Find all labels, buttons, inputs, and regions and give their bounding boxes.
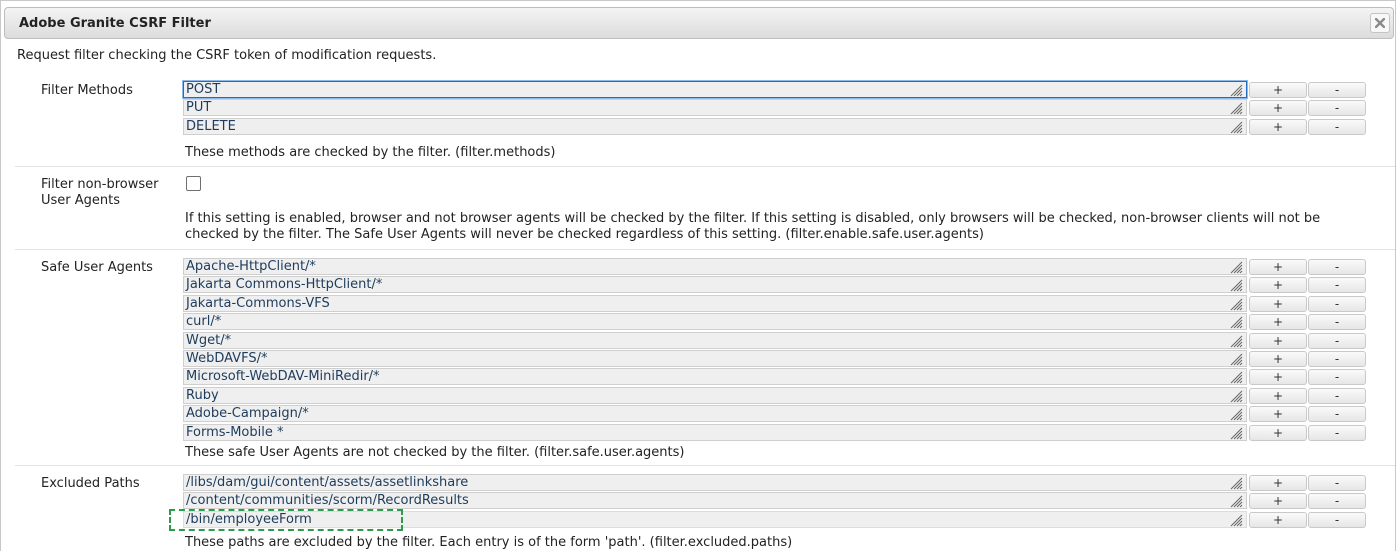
add-entry-button[interactable]: + xyxy=(1249,369,1307,386)
add-entry-button[interactable]: + xyxy=(1249,424,1307,441)
entry-input[interactable]: Wget/* xyxy=(183,331,1247,349)
add-entry-button[interactable]: + xyxy=(1249,118,1307,135)
field-hint: These paths are excluded by the filter. … xyxy=(185,535,793,550)
remove-entry-button[interactable]: - xyxy=(1308,314,1366,331)
field-hint: These methods are checked by the filter.… xyxy=(185,145,556,160)
entry-input[interactable]: Microsoft-WebDAV-MiniRedir/* xyxy=(183,368,1247,386)
add-entry-button[interactable]: + xyxy=(1249,475,1307,491)
remove-entry-button[interactable]: - xyxy=(1308,369,1366,386)
row-filter-methods: Filter Methods POST + - PUT + - DELETE + - These… xyxy=(15,73,1395,167)
remove-entry-button[interactable]: - xyxy=(1308,387,1366,404)
entry-input[interactable]: Adobe-Campaign/* xyxy=(183,405,1247,423)
remove-entry-button[interactable]: - xyxy=(1308,100,1366,117)
remove-entry-button[interactable]: - xyxy=(1308,424,1366,441)
close-button[interactable] xyxy=(1370,13,1390,33)
remove-entry-button[interactable]: - xyxy=(1308,511,1366,528)
remove-entry-button[interactable]: - xyxy=(1308,295,1366,312)
entry-input[interactable]: DELETE xyxy=(183,117,1247,135)
entry-input[interactable]: /content/communities/scorm/RecordResults xyxy=(183,492,1247,510)
add-entry-button[interactable]: + xyxy=(1249,350,1307,367)
add-entry-button[interactable]: + xyxy=(1249,100,1307,117)
field-label: Safe User Agents xyxy=(41,260,153,275)
entry-input[interactable]: Jakarta-Commons-VFS xyxy=(183,294,1247,312)
filter-non-browser-checkbox[interactable] xyxy=(186,176,201,191)
add-entry-button[interactable]: + xyxy=(1249,259,1307,275)
row-filter-non-browser: Filter non-browser User Agents If this s… xyxy=(15,167,1395,250)
remove-entry-button[interactable]: - xyxy=(1308,118,1366,135)
row-safe-user-agents: Safe User Agents Apache-HttpClient/* + - Ja… xyxy=(15,250,1395,466)
field-hint: If this setting is enabled, browser and … xyxy=(185,211,1321,242)
field-label: Excluded Paths xyxy=(41,476,140,491)
entry-input[interactable]: Jakarta Commons-HttpClient/* xyxy=(183,276,1247,294)
add-entry-button[interactable]: + xyxy=(1249,314,1307,331)
add-entry-button[interactable]: + xyxy=(1249,493,1307,510)
entry-input[interactable]: /libs/dam/gui/content/assets/assetlinksh… xyxy=(183,474,1247,491)
remove-entry-button[interactable]: - xyxy=(1308,277,1366,294)
entry-input[interactable]: Ruby xyxy=(183,386,1247,404)
add-entry-button[interactable]: + xyxy=(1249,387,1307,404)
add-entry-button[interactable]: + xyxy=(1249,82,1307,98)
field-label: Filter Methods xyxy=(41,83,133,98)
remove-entry-button[interactable]: - xyxy=(1308,82,1366,98)
field-hint: These safe User Agents are not checked b… xyxy=(185,445,685,460)
remove-entry-button[interactable]: - xyxy=(1308,493,1366,510)
add-entry-button[interactable]: + xyxy=(1249,332,1307,349)
entry-input[interactable]: curl/* xyxy=(183,313,1247,331)
add-entry-button[interactable]: + xyxy=(1249,277,1307,294)
entry-input[interactable]: WebDAVFS/* xyxy=(183,349,1247,367)
remove-entry-button[interactable]: - xyxy=(1308,332,1366,349)
remove-entry-button[interactable]: - xyxy=(1308,475,1366,491)
remove-entry-button[interactable]: - xyxy=(1308,406,1366,423)
add-entry-button[interactable]: + xyxy=(1249,511,1307,528)
dialog-title: Adobe Granite CSRF Filter xyxy=(19,16,211,31)
add-entry-button[interactable]: + xyxy=(1249,406,1307,423)
entry-input[interactable]: POST xyxy=(183,81,1247,98)
dialog-description: Request filter checking the CSRF token o… xyxy=(17,48,437,63)
add-entry-button[interactable]: + xyxy=(1249,295,1307,312)
remove-entry-button[interactable]: - xyxy=(1308,259,1366,275)
entry-input[interactable]: Apache-HttpClient/* xyxy=(183,258,1247,275)
field-label: Filter non-browser User Agents xyxy=(41,177,159,208)
entry-input[interactable]: PUT xyxy=(183,99,1247,117)
entry-input[interactable]: Forms-Mobile * xyxy=(183,423,1247,441)
dialog-titlebar: Adobe Granite CSRF Filter xyxy=(4,7,1394,39)
close-icon xyxy=(1375,18,1385,28)
config-dialog: Adobe Granite CSRF Filter Request filter… xyxy=(0,0,1396,551)
entry-input[interactable]: /bin/employeeForm xyxy=(183,510,1247,528)
row-excluded-paths: Excluded Paths /libs/dam/gui/content/ass… xyxy=(15,466,1395,551)
remove-entry-button[interactable]: - xyxy=(1308,350,1366,367)
